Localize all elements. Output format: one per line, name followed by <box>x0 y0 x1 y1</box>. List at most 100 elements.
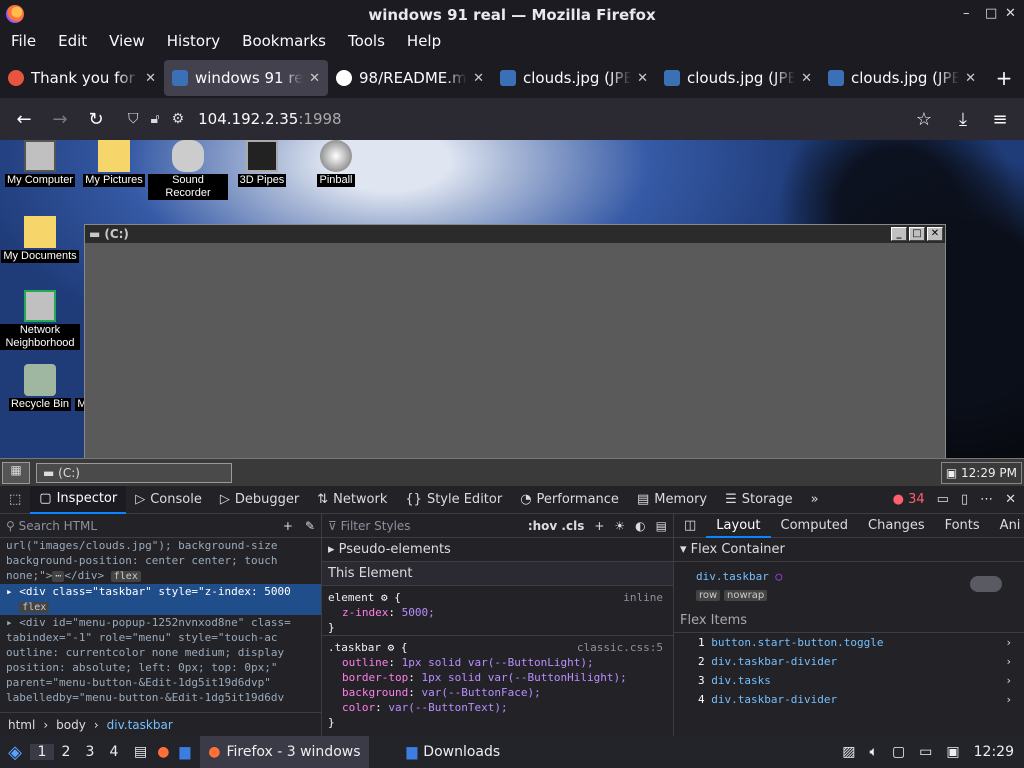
markup-line[interactable]: outline: currentcolor none medium; displ… <box>0 645 321 660</box>
tab-clouds-2[interactable]: clouds.jpg (JPEG ✕ <box>656 60 820 96</box>
reload-button[interactable]: ↻ <box>78 109 114 130</box>
rule-declaration[interactable]: color: var(--ButtonText); <box>322 700 673 715</box>
element-picker-icon[interactable]: ⬚ <box>0 486 30 514</box>
flex-container-selector[interactable]: div.taskbar ◯ <box>696 570 1002 583</box>
devtools-close-icon[interactable]: ✕ <box>1005 492 1016 507</box>
devtools-tab-debugger[interactable]: ▷ Debugger <box>211 486 308 514</box>
downloads-icon[interactable]: ⤓ <box>945 109 981 130</box>
app-menu-icon[interactable]: ≡ <box>982 109 1018 130</box>
minimize-icon[interactable]: – <box>963 6 970 21</box>
tab-clouds-1[interactable]: clouds.jpg (JPEG ✕ <box>492 60 656 96</box>
add-rule-icon[interactable]: + <box>594 519 604 533</box>
split-console-icon[interactable]: ▭ <box>937 492 949 507</box>
highlight-toggle-icon[interactable]: ◯ <box>775 570 782 583</box>
win-maximize-button[interactable]: □ <box>909 227 925 241</box>
devtools-tab-inspector[interactable]: ▢ Inspector <box>30 485 127 514</box>
prop-name[interactable]: z-index <box>342 606 388 619</box>
overlay-toggle-switch[interactable] <box>970 576 1002 592</box>
maximize-icon[interactable]: □ <box>985 6 997 21</box>
tab-animations[interactable]: Ani <box>990 514 1024 538</box>
menu-history[interactable]: History <box>156 30 231 54</box>
flex-item[interactable]: 2 div.taskbar-divider › <box>674 652 1024 671</box>
file-manager-launcher-icon[interactable]: ▤ <box>134 744 147 760</box>
devtools-tab-console[interactable]: ▷ Console <box>126 486 211 514</box>
desktop-icon-3d-pipes[interactable]: 3D Pipes <box>222 140 302 187</box>
desktop-icon-pinball[interactable]: Pinball <box>296 140 376 187</box>
menu-tools[interactable]: Tools <box>337 30 396 54</box>
ellipsis-badge[interactable]: ⋯ <box>52 571 65 582</box>
toggle-sidebar-icon[interactable]: ◫ <box>674 514 706 538</box>
prop-value[interactable]: 1px solid var(--ButtonHilight); <box>421 671 626 684</box>
tab-changes[interactable]: Changes <box>858 514 935 538</box>
firefox-launcher-icon[interactable]: ● <box>157 744 169 760</box>
markup-line[interactable]: ▸ <div id="menu-popup-1252nvnxod8ne" cla… <box>0 615 321 630</box>
rule-origin[interactable]: classic.css:5 <box>577 640 663 655</box>
markup-line[interactable]: background-position: center center; touc… <box>0 553 321 568</box>
workspace-3[interactable]: 3 <box>78 744 102 760</box>
app-menu-launcher-icon[interactable]: ◈ <box>0 742 30 763</box>
flex-container-header[interactable]: ▾ Flex Container <box>674 538 1024 562</box>
light-theme-icon[interactable]: ☀ <box>614 519 625 533</box>
rule-declaration[interactable]: z-index: 5000; <box>322 605 673 620</box>
workspace-4[interactable]: 4 <box>102 744 126 760</box>
back-button[interactable]: ← <box>6 109 42 130</box>
prop-name[interactable]: border-top <box>342 671 408 684</box>
win-minimize-button[interactable]: _ <box>891 227 907 241</box>
breadcrumb-html[interactable]: html <box>8 718 35 732</box>
menu-bookmarks[interactable]: Bookmarks <box>231 30 337 54</box>
desktop-icon-my-computer[interactable]: My Computer <box>0 140 80 187</box>
win93-task-c-drive[interactable]: ▬ (C:) <box>36 462 232 483</box>
rule-origin[interactable]: inline <box>623 590 663 605</box>
error-count-badge[interactable]: ● 34 <box>893 492 925 507</box>
volume-icon[interactable]: 🔈︎ <box>870 744 878 760</box>
markup-line[interactable]: labelledby="menu-button-&Edit-1dg5it19d6… <box>0 690 321 705</box>
pseudo-elements-toggle[interactable]: ▸ Pseudo-elements <box>322 538 673 562</box>
breadcrumb-body[interactable]: body <box>56 718 86 732</box>
markup-line[interactable]: tabindex="-1" role="menu" style="touch-a… <box>0 630 321 645</box>
shield-icon[interactable]: ⛉ <box>128 111 139 127</box>
desktop-icon-my-documents[interactable]: My Documents <box>0 216 80 263</box>
dark-theme-icon[interactable]: ◐ <box>635 519 645 533</box>
markup-line[interactable]: parent="menu-button-&Edit-1dg5it19d6dvp" <box>0 675 321 690</box>
bookmark-star-icon[interactable]: ☆ <box>906 109 942 130</box>
devtools-tab-performance[interactable]: ◔ Performance <box>511 486 628 514</box>
more-tabs-icon[interactable]: » <box>802 486 828 514</box>
prop-name[interactable]: outline <box>342 656 388 669</box>
tab-close-icon[interactable]: ✕ <box>965 71 976 86</box>
menu-help[interactable]: Help <box>396 30 452 54</box>
tab-computed[interactable]: Computed <box>771 514 859 538</box>
flex-item[interactable]: 4 div.taskbar-divider › <box>674 690 1024 709</box>
tab-close-icon[interactable]: ✕ <box>637 71 648 86</box>
print-media-icon[interactable]: ▤ <box>656 519 667 533</box>
desktop-icon-network[interactable]: Network Neighborhood <box>0 290 80 350</box>
workspace-1[interactable]: 1 <box>30 744 54 760</box>
tab-layout[interactable]: Layout <box>706 514 771 538</box>
markup-line[interactable]: none;"> ⋯ </div> flex <box>0 568 321 584</box>
permissions-icon[interactable]: ⚙ <box>172 111 185 127</box>
menu-edit[interactable]: Edit <box>47 30 98 54</box>
network-tray-icon[interactable]: ▭ <box>919 744 932 760</box>
clipboard-icon[interactable]: ▢ <box>892 744 905 760</box>
os-task-downloads[interactable]: ▆ Downloads <box>399 736 509 768</box>
rule-gear-icon[interactable]: ⚙ <box>381 591 388 604</box>
prop-value[interactable]: var(--ButtonText); <box>388 701 507 714</box>
url-bar[interactable]: ⛉ 🔓︎ ⚙ 104.192.2.35 :1998 <box>120 103 940 135</box>
rule-declaration[interactable]: border-top: 1px solid var(--ButtonHiligh… <box>322 670 673 685</box>
rules-filter[interactable]: ⊽ Filter Styles :hov .cls + ☀ ◐ ▤ <box>322 514 673 538</box>
markup-line[interactable]: position: absolute; left: 0px; top: 0px;… <box>0 660 321 675</box>
flex-badge[interactable]: flex <box>110 571 141 582</box>
prop-value[interactable]: var(--ButtonFace); <box>421 686 540 699</box>
devtools-tab-network[interactable]: ⇅ Network <box>308 486 396 514</box>
devtools-tab-memory[interactable]: ▤ Memory <box>628 486 716 514</box>
desktop-icon-my-pictures[interactable]: My Pictures <box>74 140 154 187</box>
update-icon[interactable]: ▣ <box>946 744 959 760</box>
explorer-window[interactable]: ▬ (C:) _ □ ✕ <box>84 224 946 464</box>
os-clock[interactable]: 12:29 <box>974 744 1014 760</box>
markup-line-selected-badge[interactable]: flex <box>0 599 321 615</box>
rule-declaration[interactable]: background: var(--ButtonFace); <box>322 685 673 700</box>
tab-windows-91[interactable]: windows 91 real ✕ <box>164 60 328 96</box>
markup-line-selected[interactable]: ▸ <div class="taskbar" style="z-index: 5… <box>0 584 321 599</box>
add-node-icon[interactable]: + <box>283 519 293 533</box>
menu-file[interactable]: File <box>0 30 47 54</box>
eyedropper-icon[interactable]: ✎ <box>305 519 315 533</box>
